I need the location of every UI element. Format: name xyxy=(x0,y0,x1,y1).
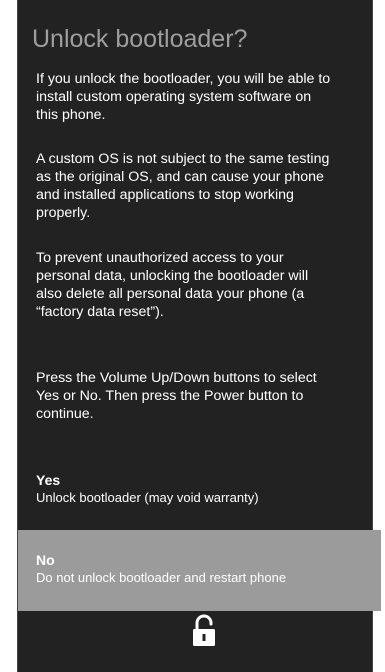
info-paragraph-data-wipe: To prevent unauthorized access to your p… xyxy=(36,250,309,320)
option-no-selected[interactable]: No Do not unlock bootloader and restart … xyxy=(18,530,381,611)
option-yes[interactable]: Yes Unlock bootloader (may void warranty… xyxy=(36,472,346,507)
info-paragraph-warning: A custom OS is not subject to the same t… xyxy=(36,151,330,221)
dialog-title: Unlock bootloader? xyxy=(32,25,248,53)
info-paragraph-install: If you unlock the bootloader, you will b… xyxy=(36,71,331,123)
bootloader-screen: Unlock bootloader? If you unlock the boo… xyxy=(0,0,385,672)
option-no-label: No xyxy=(36,552,55,568)
info-paragraph-instructions: Press the Volume Up/Down buttons to sele… xyxy=(36,370,317,422)
option-yes-label: Yes xyxy=(36,472,61,488)
unlocked-padlock-icon xyxy=(193,614,215,646)
option-no-description: Do not unlock bootloader and restart pho… xyxy=(36,570,287,585)
option-yes-description: Unlock bootloader (may void warranty) xyxy=(36,490,259,505)
